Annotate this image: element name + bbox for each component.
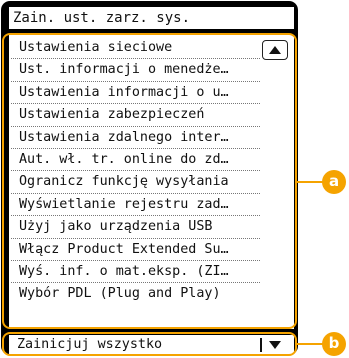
callout-lines xyxy=(297,181,323,345)
callout-b-badge: b xyxy=(322,332,346,356)
callout-a-badge: a xyxy=(322,170,346,194)
